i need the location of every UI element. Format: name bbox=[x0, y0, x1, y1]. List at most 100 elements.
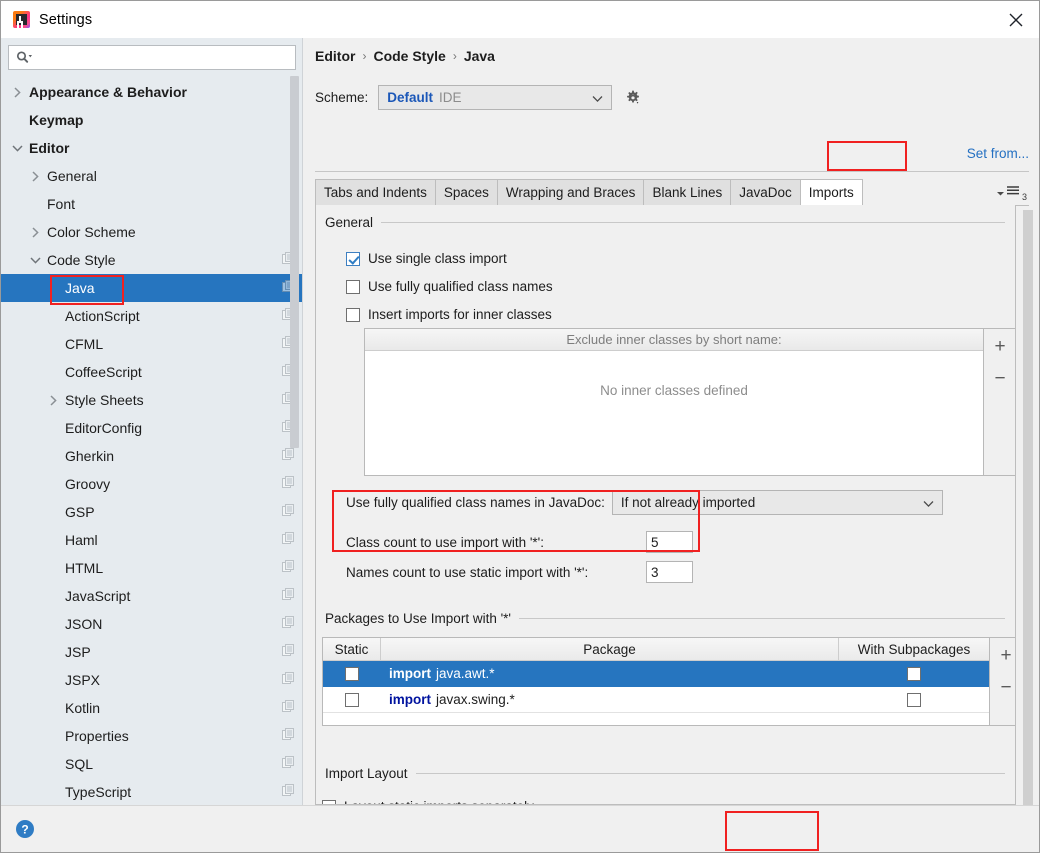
remove-package-button[interactable]: − bbox=[993, 675, 1015, 699]
sidebar-item-general[interactable]: General bbox=[1, 162, 303, 190]
static-checkbox-cell[interactable] bbox=[323, 661, 381, 686]
chevron-right-icon[interactable] bbox=[9, 86, 25, 98]
search-box[interactable] bbox=[8, 45, 296, 70]
with-subpackages-cell[interactable] bbox=[839, 661, 989, 686]
with-subpackages-checkbox[interactable] bbox=[907, 666, 921, 681]
sidebar-item-editor[interactable]: Editor bbox=[1, 134, 303, 162]
sidebar-item-label: Style Sheets bbox=[65, 392, 144, 408]
package-cell[interactable]: import javax.swing.* bbox=[381, 687, 839, 712]
sidebar-item-json[interactable]: JSON bbox=[1, 610, 303, 638]
with-subpackages-checkbox[interactable] bbox=[907, 692, 921, 707]
class-count-input[interactable] bbox=[646, 531, 693, 553]
sidebar-item-coffeescript[interactable]: CoffeeScript bbox=[1, 358, 303, 386]
breadcrumb-java[interactable]: Java bbox=[464, 48, 495, 64]
copy-scheme-icon[interactable] bbox=[282, 644, 295, 660]
copy-scheme-icon[interactable] bbox=[282, 504, 295, 520]
static-names-count-input[interactable] bbox=[646, 561, 693, 583]
remove-exclusion-button[interactable]: − bbox=[987, 366, 1013, 390]
help-icon[interactable]: ? bbox=[15, 819, 35, 839]
main-panel-scrollbar[interactable] bbox=[1023, 210, 1033, 805]
sidebar-item-keymap[interactable]: Keymap bbox=[1, 106, 303, 134]
sidebar-item-jspx[interactable]: JSPX bbox=[1, 666, 303, 694]
chevron-right-icon[interactable] bbox=[27, 170, 43, 182]
copy-scheme-icon[interactable] bbox=[282, 700, 295, 716]
sidebar-item-font[interactable]: Font bbox=[1, 190, 303, 218]
copy-scheme-icon[interactable] bbox=[282, 784, 295, 800]
sidebar-item-color-scheme[interactable]: Color Scheme bbox=[1, 218, 303, 246]
column-header-static: Static bbox=[323, 638, 381, 660]
class-count-label: Class count to use import with '*': bbox=[346, 534, 544, 550]
search-input[interactable] bbox=[37, 50, 287, 65]
copy-scheme-icon[interactable] bbox=[282, 588, 295, 604]
tab-tabs-and-indents[interactable]: Tabs and Indents bbox=[315, 179, 436, 206]
javadoc-fqn-select[interactable]: If not already imported bbox=[611, 490, 943, 515]
sidebar-item-jsp[interactable]: JSP bbox=[1, 638, 303, 666]
sidebar-item-cfml[interactable]: CFML bbox=[1, 330, 303, 358]
sidebar-item-kotlin[interactable]: Kotlin bbox=[1, 694, 303, 722]
sidebar-scrollbar[interactable] bbox=[290, 76, 299, 448]
tab-list-menu-button[interactable]: 3 bbox=[989, 179, 1029, 206]
breadcrumb-editor[interactable]: Editor bbox=[315, 48, 355, 64]
sidebar-item-label: Java bbox=[65, 280, 95, 296]
table-row[interactable]: import java.awt.* bbox=[323, 661, 989, 687]
with-subpackages-cell[interactable] bbox=[839, 687, 989, 712]
copy-scheme-icon[interactable] bbox=[282, 476, 295, 492]
exclude-inner-classes-list[interactable]: Exclude inner classes by short name: No … bbox=[364, 328, 984, 476]
sidebar-item-label: SQL bbox=[65, 756, 94, 772]
sidebar-item-actionscript[interactable]: ActionScript bbox=[1, 302, 303, 330]
sidebar-item-code-style[interactable]: Code Style bbox=[1, 246, 303, 274]
checkbox-use-single-class-import[interactable]: Use single class import bbox=[346, 251, 507, 266]
copy-scheme-icon[interactable] bbox=[282, 728, 295, 744]
copy-scheme-icon[interactable] bbox=[282, 616, 295, 632]
checkbox-box[interactable] bbox=[346, 307, 360, 322]
copy-scheme-icon[interactable] bbox=[282, 532, 295, 548]
checkbox-box[interactable] bbox=[346, 279, 360, 294]
breadcrumb-code-style[interactable]: Code Style bbox=[373, 48, 445, 64]
add-exclusion-button[interactable]: + bbox=[987, 334, 1013, 358]
checkbox-use-fully-qualified-class-names[interactable]: Use fully qualified class names bbox=[346, 279, 553, 294]
copy-scheme-icon[interactable] bbox=[282, 672, 295, 688]
packages-table[interactable]: Static Package With Subpackages import ja… bbox=[322, 637, 990, 726]
chevron-down-icon[interactable] bbox=[27, 256, 43, 265]
set-from-link[interactable]: Set from... bbox=[967, 146, 1029, 161]
exclude-list-buttons: + − bbox=[984, 328, 1015, 476]
package-cell[interactable]: import java.awt.* bbox=[381, 661, 839, 686]
sidebar-item-groovy[interactable]: Groovy bbox=[1, 470, 303, 498]
tab-imports[interactable]: Imports bbox=[800, 179, 863, 206]
static-checkbox[interactable] bbox=[345, 692, 359, 707]
scheme-settings-gear-icon[interactable] bbox=[622, 87, 644, 109]
sidebar-item-javascript[interactable]: JavaScript bbox=[1, 582, 303, 610]
tab-javadoc[interactable]: JavaDoc bbox=[731, 179, 801, 206]
sidebar-item-appearance-behavior[interactable]: Appearance & Behavior bbox=[1, 78, 303, 106]
sidebar-item-typescript[interactable]: TypeScript bbox=[1, 778, 303, 805]
checkbox-box[interactable] bbox=[346, 251, 360, 266]
settings-tree[interactable]: Appearance & Behavior Keymap Editor General… bbox=[1, 78, 303, 805]
settings-tabs[interactable]: Tabs and Indents Spaces Wrapping and Brace… bbox=[315, 179, 1029, 206]
tab-blank-lines[interactable]: Blank Lines bbox=[644, 179, 732, 206]
settings-sidebar: Appearance & Behavior Keymap Editor General… bbox=[1, 38, 303, 805]
chevron-right-icon[interactable] bbox=[27, 226, 43, 238]
copy-scheme-icon[interactable] bbox=[282, 560, 295, 576]
scheme-select[interactable]: Default IDE bbox=[378, 85, 613, 110]
sidebar-item-properties[interactable]: Properties bbox=[1, 722, 303, 750]
add-package-button[interactable]: + bbox=[993, 643, 1015, 667]
sidebar-item-html[interactable]: HTML bbox=[1, 554, 303, 582]
sidebar-item-java[interactable]: Java bbox=[1, 274, 303, 302]
sidebar-item-sql[interactable]: SQL bbox=[1, 750, 303, 778]
sidebar-item-style-sheets[interactable]: Style Sheets bbox=[1, 386, 303, 414]
sidebar-item-haml[interactable]: Haml bbox=[1, 526, 303, 554]
static-checkbox-cell[interactable] bbox=[323, 687, 381, 712]
tab-wrapping-and-braces[interactable]: Wrapping and Braces bbox=[497, 179, 645, 206]
tab-spaces[interactable]: Spaces bbox=[435, 179, 498, 206]
sidebar-item-gherkin[interactable]: Gherkin bbox=[1, 442, 303, 470]
checkbox-insert-imports-for-inner-classes[interactable]: Insert imports for inner classes bbox=[346, 307, 552, 322]
table-row[interactable]: import javax.swing.* bbox=[323, 687, 989, 713]
sidebar-item-editorconfig[interactable]: EditorConfig bbox=[1, 414, 303, 442]
copy-scheme-icon[interactable] bbox=[282, 448, 295, 464]
chevron-right-icon[interactable] bbox=[45, 394, 61, 406]
copy-scheme-icon[interactable] bbox=[282, 756, 295, 772]
static-checkbox[interactable] bbox=[345, 666, 359, 681]
close-icon[interactable] bbox=[993, 1, 1039, 38]
sidebar-item-gsp[interactable]: GSP bbox=[1, 498, 303, 526]
chevron-down-icon[interactable] bbox=[9, 144, 25, 153]
